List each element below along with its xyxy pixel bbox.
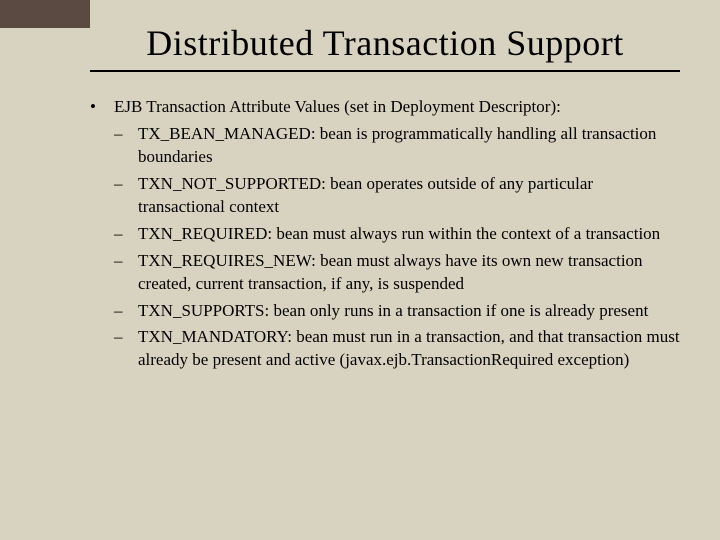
sub-list: – TX_BEAN_MANAGED: bean is programmatica… <box>114 123 680 372</box>
dash-icon: – <box>114 300 138 323</box>
dash-icon: – <box>114 223 138 246</box>
dash-icon: – <box>114 326 138 372</box>
dash-icon: – <box>114 173 138 219</box>
item-text: TX_BEAN_MANAGED: bean is programmaticall… <box>138 123 680 169</box>
item-text: TXN_MANDATORY: bean must run in a transa… <box>138 326 680 372</box>
list-item: – TXN_REQUIRED: bean must always run wit… <box>114 223 680 246</box>
main-bullet: • EJB Transaction Attribute Values (set … <box>90 96 680 119</box>
item-text: TXN_NOT_SUPPORTED: bean operates outside… <box>138 173 680 219</box>
slide-content: Distributed Transaction Support • EJB Tr… <box>0 0 720 372</box>
item-text: TXN_SUPPORTS: bean only runs in a transa… <box>138 300 680 323</box>
list-item: – TXN_REQUIRES_NEW: bean must always hav… <box>114 250 680 296</box>
list-item: – TXN_NOT_SUPPORTED: bean operates outsi… <box>114 173 680 219</box>
corner-decoration <box>0 0 90 28</box>
list-item: – TXN_MANDATORY: bean must run in a tran… <box>114 326 680 372</box>
item-text: TXN_REQUIRES_NEW: bean must always have … <box>138 250 680 296</box>
title-underline <box>90 70 680 72</box>
list-item: – TXN_SUPPORTS: bean only runs in a tran… <box>114 300 680 323</box>
dash-icon: – <box>114 123 138 169</box>
main-heading-text: EJB Transaction Attribute Values (set in… <box>114 96 561 119</box>
item-text: TXN_REQUIRED: bean must always run withi… <box>138 223 680 246</box>
list-item: – TX_BEAN_MANAGED: bean is programmatica… <box>114 123 680 169</box>
bullet-dot: • <box>90 96 114 119</box>
dash-icon: – <box>114 250 138 296</box>
slide-title: Distributed Transaction Support <box>90 22 680 64</box>
